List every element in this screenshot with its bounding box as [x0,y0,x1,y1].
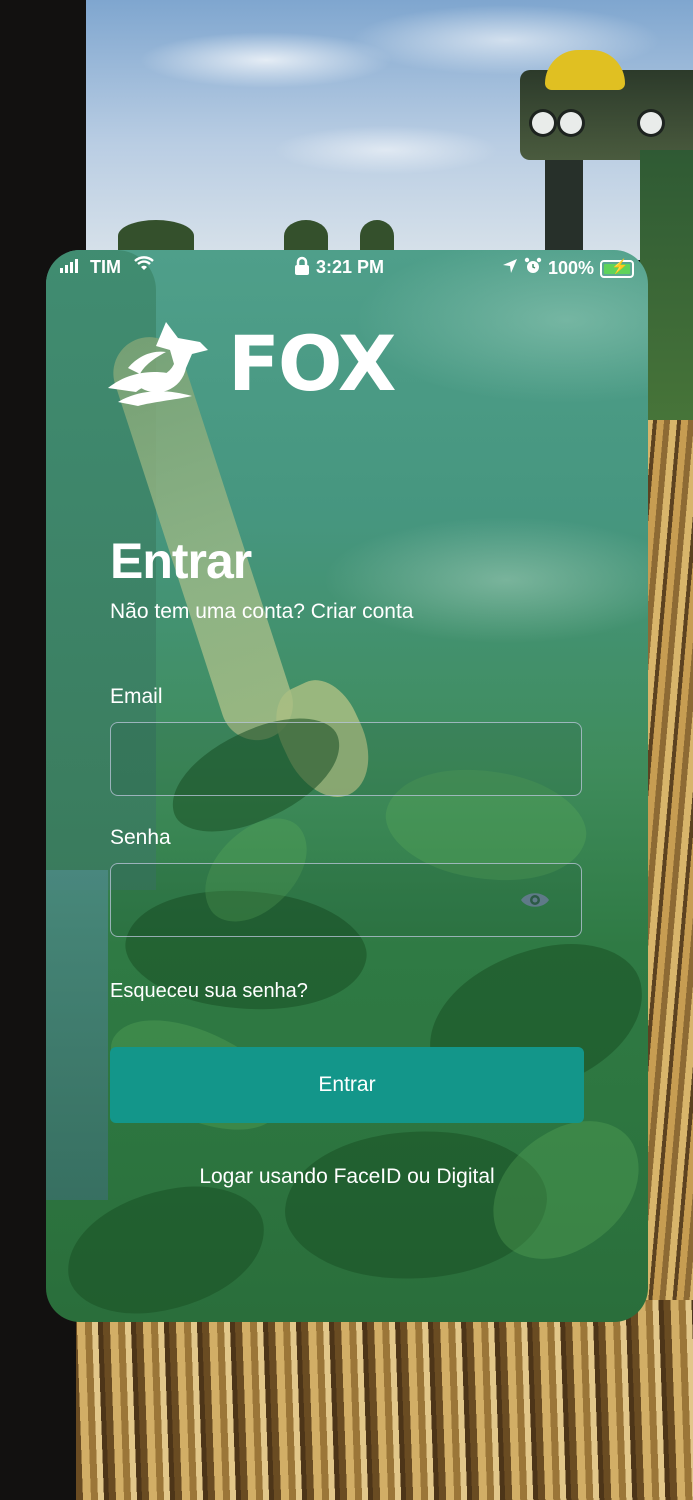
wifi-icon [134,256,154,277]
battery-percentage: 100% [547,258,594,278]
carrier-name: TIM [90,257,121,277]
background-tractor-pole [545,160,583,260]
fox-logo-icon [108,316,220,411]
background-corn [76,1300,693,1500]
login-button[interactable]: Entrar [110,1047,584,1123]
page-title: Entrar [110,533,252,589]
password-label: Senha [110,826,171,849]
background-tree [118,220,194,252]
password-field[interactable] [110,863,582,937]
photo-jeans [46,870,108,1200]
brand-logo: FOX [108,316,396,411]
create-account-link[interactable]: Criar conta [311,600,414,623]
signup-prompt-text: Não tem uma conta? [110,600,311,623]
background-tractor-light [532,112,554,134]
email-field[interactable] [110,722,582,796]
background-tractor-light [560,112,582,134]
biometric-login-link[interactable]: Logar usando FaceID ou Digital [46,1165,648,1189]
forgot-password-link[interactable]: Esqueceu sua senha? [110,980,308,1003]
status-bar: TIM 3:21 PM 100% ⚡ [46,250,648,286]
status-time: 3:21 PM [316,257,385,277]
background-tractor-light [640,112,662,134]
background-tree [284,220,328,252]
signup-prompt: Não tem uma conta? Criar conta [110,600,413,624]
location-icon [502,258,518,279]
signal-icon [60,259,78,273]
email-label: Email [110,685,163,708]
brand-name: FOX [228,318,396,408]
lock-icon [294,256,310,281]
alarm-icon [524,257,542,280]
background-tree [360,220,394,252]
battery-icon: ⚡ [600,258,634,278]
eye-icon[interactable] [519,890,551,910]
login-card: TIM 3:21 PM 100% ⚡ FOX Entrar Não tem um… [46,250,648,1322]
